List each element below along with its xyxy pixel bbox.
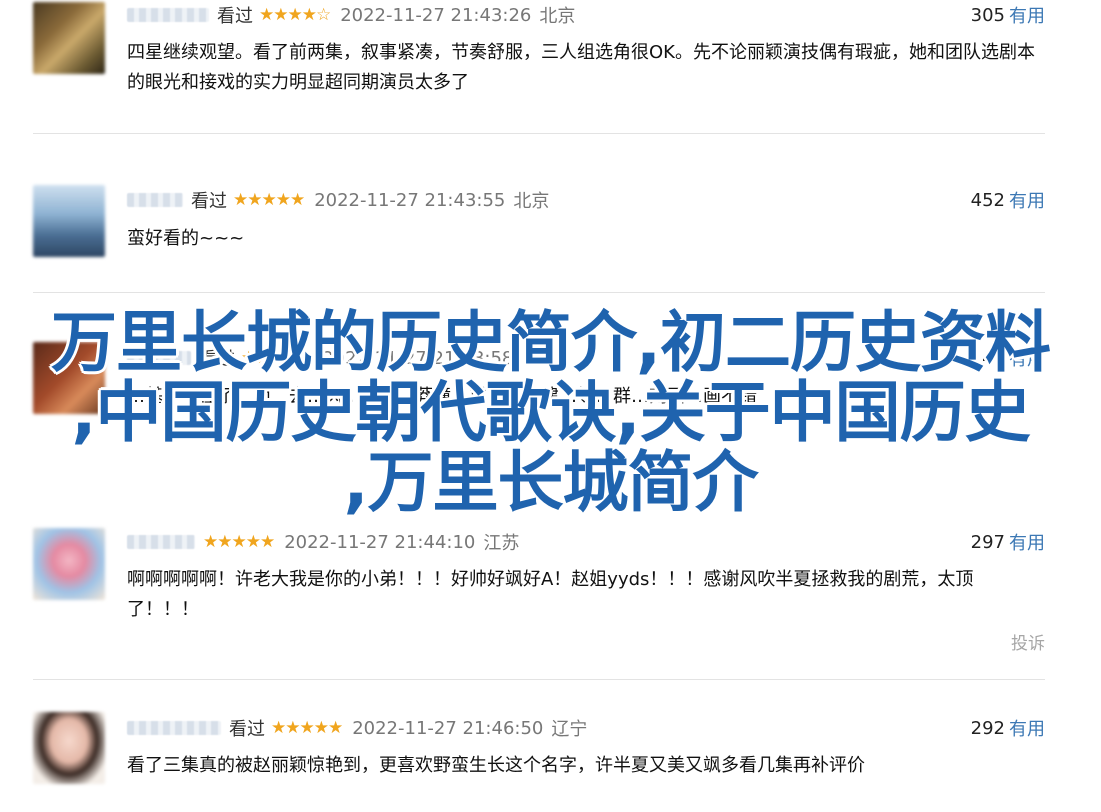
vote-group: 305 有用 — [971, 2, 1045, 28]
review-meta: ★★★★★ 2022-11-27 21:44:10 江苏 297 有用 — [127, 529, 1045, 555]
vote-count: 292 — [970, 717, 1005, 739]
review-location: 江苏 — [483, 533, 520, 554]
user-avatar[interactable] — [33, 712, 105, 784]
headline-line: ,万里长城简介 — [343, 444, 758, 521]
star-rating: ★★★★★ — [271, 718, 343, 738]
username[interactable] — [127, 535, 195, 549]
review-meta: 看过 ★★★★★ 2022-11-27 21:43:55 北京 452 有用 — [127, 187, 1045, 213]
review-text: 啊啊啊啊啊！许老大我是你的小弟！！！好帅好飒好A！赵姐yyds！！！感谢风吹半夏… — [127, 569, 974, 620]
useful-button[interactable]: 有用 — [1009, 715, 1045, 741]
username[interactable] — [127, 721, 221, 735]
review-text: 蛮好看的~~~ — [127, 228, 245, 249]
review-location: 辽宁 — [551, 719, 588, 740]
review-location: 北京 — [513, 191, 550, 212]
review-timestamp: 2022-11-27 21:46:50 — [352, 717, 544, 739]
report-button[interactable]: 投诉 — [1011, 629, 1045, 654]
vote-count: 305 — [970, 4, 1005, 26]
divider — [33, 679, 1045, 680]
review-location: 北京 — [539, 6, 576, 27]
headline-line: ,中国历史朝代歌诀,关于中国历史 — [71, 374, 1030, 451]
headline-line: 万里长城的历史简介,初二历史资料 — [50, 304, 1051, 381]
useful-button[interactable]: 有用 — [1009, 529, 1045, 555]
vote-group: 297 有用 — [971, 529, 1045, 555]
vote-group: 452 有用 — [971, 187, 1045, 213]
watch-status: 看过 — [191, 191, 227, 212]
user-avatar[interactable] — [33, 528, 105, 600]
review-meta: 看过 ★★★★☆ 2022-11-27 21:43:26 北京 305 有用 — [127, 2, 1045, 28]
review-timestamp: 2022-11-27 21:43:55 — [314, 189, 506, 211]
star-rating: ★★★★★ — [203, 532, 275, 552]
watch-status: 看过 — [229, 719, 265, 740]
review-timestamp: 2022-11-27 21:44:10 — [284, 531, 476, 553]
divider — [33, 292, 1045, 293]
review-text: 看了三集真的被赵丽颖惊艳到，更喜欢野蛮生长这个名字，许半夏又美又飒多看几集再补评… — [127, 755, 865, 776]
user-avatar[interactable] — [33, 185, 105, 257]
username[interactable] — [127, 8, 209, 22]
vote-count: 297 — [970, 531, 1005, 553]
headline-overlay: 万里长城的历史简介,初二历史资料 ,中国历史朝代歌诀,关于中国历史 ,万里长城简… — [0, 308, 1101, 518]
star-rating: ★★★★☆ — [259, 5, 331, 25]
review-meta: 看过 ★★★★★ 2022-11-27 21:46:50 辽宁 292 有用 — [127, 715, 1045, 741]
useful-button[interactable]: 有用 — [1009, 2, 1045, 28]
watch-status: 看过 — [217, 6, 253, 27]
vote-count: 452 — [970, 189, 1005, 211]
user-avatar[interactable] — [33, 2, 105, 74]
vote-group: 292 有用 — [971, 715, 1045, 741]
username[interactable] — [127, 193, 183, 207]
review-timestamp: 2022-11-27 21:43:26 — [340, 4, 532, 26]
divider — [33, 133, 1045, 134]
star-rating: ★★★★★ — [233, 190, 305, 210]
review-text: 四星继续观望。看了前两集，叙事紧凑，节奏舒服，三人组选角很OK。先不论丽颖演技偶… — [127, 42, 1035, 93]
useful-button[interactable]: 有用 — [1009, 187, 1045, 213]
